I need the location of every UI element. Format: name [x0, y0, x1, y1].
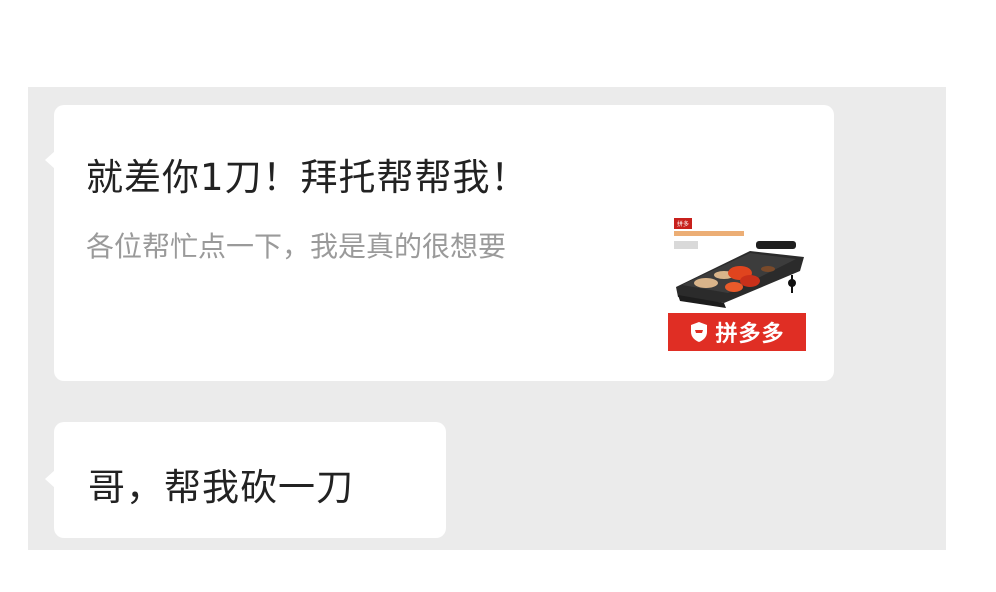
grill-pan-image — [676, 241, 804, 308]
shared-link-card[interactable]: 就差你1刀！拜托帮帮我！ 各位帮忙点一下，我是真的很想要 拼多 拼多多 — [45, 105, 834, 381]
chat-area: 就差你1刀！拜托帮帮我！ 各位帮忙点一下，我是真的很想要 拼多 拼多多 哥，帮我… — [28, 87, 946, 550]
card-title: 就差你1刀！拜托帮帮我！ — [86, 156, 529, 199]
shield-icon — [691, 322, 708, 342]
chat-message-bubble[interactable]: 哥，帮我砍一刀 — [45, 422, 446, 538]
brand-label: 拼多多 — [715, 322, 785, 347]
message-text: 哥，帮我砍一刀 — [88, 466, 354, 509]
pinduoduo-badge: 拼多多 — [668, 313, 806, 351]
card-description: 各位帮忙点一下，我是真的很想要 — [86, 230, 507, 263]
product-thumbnail: 拼多 拼多多 — [668, 213, 808, 353]
